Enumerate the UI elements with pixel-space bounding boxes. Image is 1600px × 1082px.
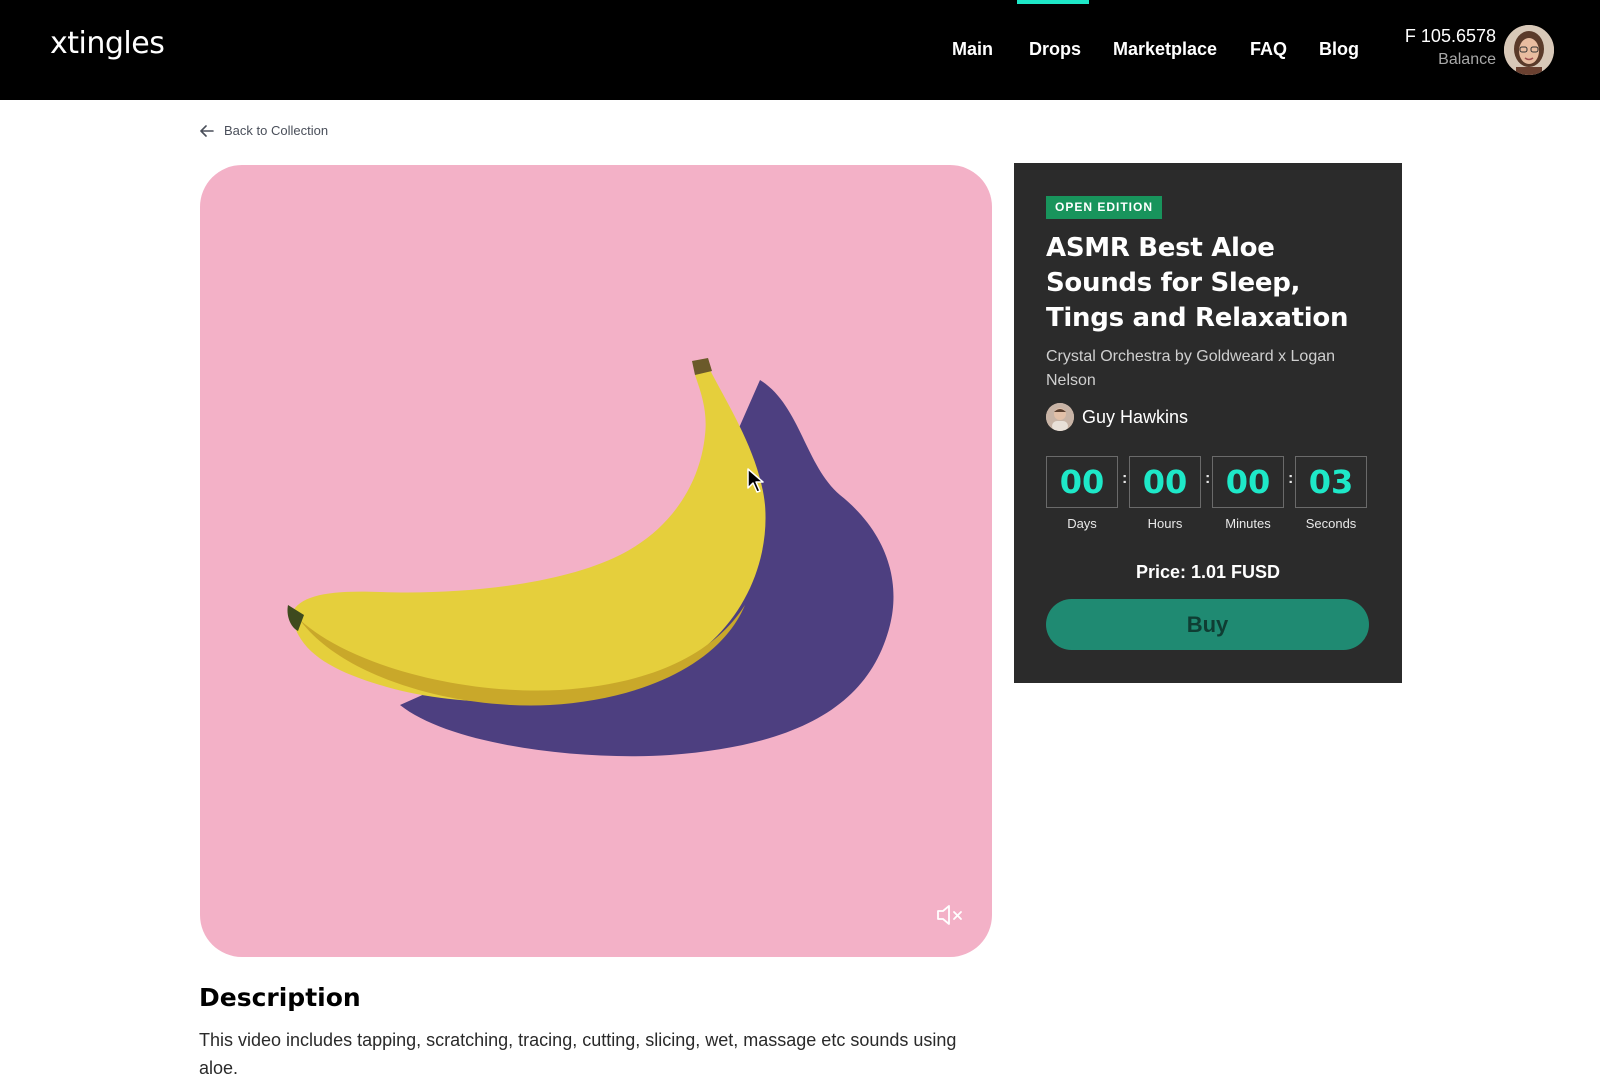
- balance-amount: F 105.6578: [1404, 26, 1496, 46]
- nav-faq[interactable]: FAQ: [1250, 39, 1287, 60]
- mute-icon[interactable]: [935, 903, 965, 927]
- nav-marketplace[interactable]: Marketplace: [1113, 39, 1217, 60]
- balance-label: Balance: [1438, 51, 1496, 68]
- logo[interactable]: xtingles: [50, 26, 165, 61]
- nav-active-indicator: [1017, 0, 1089, 4]
- item-title: ASMR Best Aloe Sounds for Sleep, Tings a…: [1046, 233, 1349, 333]
- creator-avatar: [1046, 403, 1074, 431]
- timer-minutes: 00: [1212, 456, 1284, 508]
- nav-blog[interactable]: Blog: [1319, 39, 1359, 60]
- buy-button[interactable]: Buy: [1046, 599, 1369, 650]
- timer-days-label: Days: [1067, 516, 1097, 531]
- media-player[interactable]: [200, 165, 992, 957]
- top-header: xtingles Main Drops Marketplace FAQ Blog…: [0, 0, 1600, 100]
- collection-name[interactable]: Crystal Orchestra by Goldweard x Logan N…: [1046, 345, 1356, 393]
- timer-seconds: 03: [1295, 456, 1367, 508]
- timer-separator: :: [1122, 470, 1128, 487]
- user-avatar-image: [1504, 25, 1554, 75]
- timer-hours-label: Hours: [1147, 516, 1183, 531]
- creator-avatar-image: [1046, 403, 1074, 431]
- creator[interactable]: Guy Hawkins: [1046, 403, 1188, 431]
- creator-name: Guy Hawkins: [1082, 406, 1189, 427]
- timer-minutes-label: Minutes: [1225, 516, 1271, 531]
- price-label: Price: 1.01 FUSD: [1135, 562, 1281, 582]
- description-text: This video includes tapping, scratching,…: [199, 1030, 957, 1078]
- timer-seconds-label: Seconds: [1305, 516, 1357, 531]
- timer-hours: 00: [1129, 456, 1201, 508]
- mouse-cursor-icon: [747, 468, 764, 493]
- timer-days: 00: [1046, 456, 1118, 508]
- nav-drops[interactable]: Drops: [1029, 39, 1081, 60]
- timer-separator: :: [1205, 470, 1211, 487]
- banana-artwork: [287, 358, 894, 757]
- purchase-panel: OPEN EDITION ASMR Best Aloe Sounds for S…: [1014, 163, 1402, 683]
- arrow-left-icon: [200, 124, 214, 137]
- user-avatar[interactable]: [1504, 25, 1554, 75]
- timer-separator: :: [1288, 470, 1294, 487]
- nav-main[interactable]: Main: [952, 39, 993, 60]
- description-heading: Description: [199, 983, 361, 1012]
- edition-badge: OPEN EDITION: [1046, 196, 1163, 219]
- back-link-label: Back to Collection: [224, 123, 329, 138]
- back-to-collection-link[interactable]: Back to Collection: [200, 123, 328, 138]
